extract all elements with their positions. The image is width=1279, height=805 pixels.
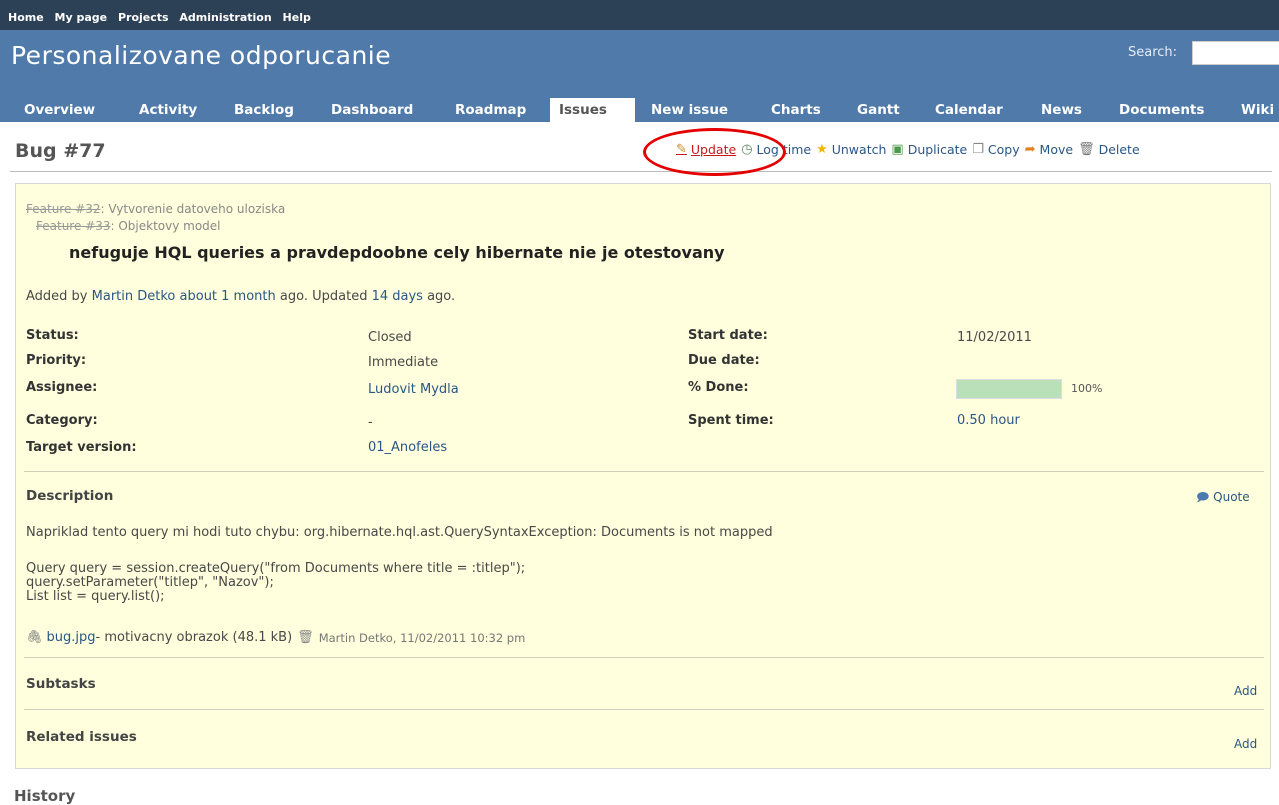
tab-charts[interactable]: Charts	[762, 98, 830, 122]
category-value: -	[368, 415, 373, 430]
header: Personalizovane odporucanie Search:	[0, 30, 1279, 96]
title-divider	[10, 171, 1272, 172]
subtasks-divider	[24, 657, 1264, 658]
copy-label: Copy	[987, 141, 1020, 157]
duplicate-icon: ▣	[891, 141, 904, 157]
description-divider	[24, 471, 1264, 472]
author-line: Added by Martin Detko about 1 month ago.…	[26, 289, 455, 304]
issue-subject: nefuguje HQL queries a pravdepdoobne cel…	[69, 243, 725, 262]
tab-backlog[interactable]: Backlog	[225, 98, 303, 122]
paperclip-icon: 🖇	[26, 630, 43, 645]
parent-issue-link-1[interactable]: Feature #32	[26, 202, 100, 216]
tab-calendar[interactable]: Calendar	[926, 98, 1012, 122]
quote-link[interactable]: 🗩 Quote	[1196, 488, 1250, 509]
project-title: Personalizovane odporucanie	[11, 41, 392, 70]
author-link[interactable]: Martin Detko	[92, 289, 176, 304]
tab-overview[interactable]: Overview	[15, 98, 104, 122]
attachment-meta: Martin Detko, 11/02/2011 10:32 pm	[318, 630, 526, 645]
top-menu-administration[interactable]: Administration	[179, 11, 271, 24]
done-percent-text: 100%	[1071, 382, 1103, 395]
speech-bubble-icon: 🗩	[1196, 490, 1210, 504]
tab-issues[interactable]: Issues	[550, 98, 635, 122]
spent-time-label: Spent time:	[688, 413, 774, 428]
status-value: Closed	[368, 330, 412, 345]
parent-issue-1: Feature #32: Vytvorenie datoveho ulozisk…	[26, 202, 285, 216]
top-menu-my-page[interactable]: My page	[55, 11, 108, 24]
related-divider	[24, 709, 1264, 710]
attachment-delete-icon[interactable]: 🗑	[297, 630, 314, 645]
quote-label: Quote	[1213, 490, 1250, 504]
main-menu: Overview Activity Backlog Dashboard Road…	[0, 96, 1279, 122]
added-by-text: Added by	[26, 289, 88, 304]
done-progress-fill	[957, 380, 1061, 398]
add-subtask-link[interactable]: Add	[1234, 684, 1257, 698]
top-menu-projects[interactable]: Projects	[118, 11, 169, 24]
duplicate-link[interactable]: ▣ Duplicate	[891, 142, 967, 157]
assignee-link[interactable]: Ludovit Mydla	[368, 382, 459, 397]
search-input[interactable]	[1192, 41, 1279, 65]
parent-issue-link-2[interactable]: Feature #33	[36, 219, 110, 233]
tab-news[interactable]: News	[1032, 98, 1091, 122]
delete-link[interactable]: 🗑 Delete	[1078, 142, 1140, 157]
description-title: Description	[26, 488, 114, 504]
unwatch-link[interactable]: ★ Unwatch	[816, 142, 886, 157]
start-date-value: 11/02/2011	[957, 330, 1032, 345]
top-menu: Home My page Projects Administration Hel…	[0, 0, 1279, 30]
issue-box: Feature #32: Vytvorenie datoveho ulozisk…	[15, 183, 1271, 769]
attachment-row: 🖇 bug.jpg - motivacny obrazok (48.1 kB) …	[26, 630, 525, 645]
description-code: Query query = session.createQuery("from …	[26, 561, 526, 604]
done-label: % Done:	[688, 380, 749, 395]
top-menu-home[interactable]: Home	[8, 11, 44, 24]
category-label: Category:	[26, 413, 98, 428]
tab-documents[interactable]: Documents	[1110, 98, 1213, 122]
delete-label: Delete	[1098, 141, 1140, 157]
tab-new-issue[interactable]: New issue	[642, 98, 737, 122]
issue-title: Bug #77	[15, 140, 106, 162]
top-menu-help[interactable]: Help	[283, 11, 311, 24]
priority-label: Priority:	[26, 353, 87, 368]
target-version-label: Target version:	[26, 440, 137, 455]
tab-roadmap[interactable]: Roadmap	[446, 98, 535, 122]
tab-wiki[interactable]: Wiki	[1232, 98, 1279, 122]
subtasks-title: Subtasks	[26, 676, 96, 692]
search-label: Search:	[1128, 45, 1178, 60]
related-issues-title: Related issues	[26, 729, 137, 745]
spent-time-link[interactable]: 0.50 hour	[957, 413, 1020, 428]
description-text: Napriklad tento query mi hodi tuto chybu…	[26, 525, 773, 540]
parent-issue-text-1: : Vytvorenie datoveho uloziska	[100, 202, 286, 216]
history-title: History	[14, 787, 76, 805]
added-ago-link[interactable]: about 1 month	[180, 289, 276, 304]
tab-gantt[interactable]: Gantt	[848, 98, 909, 122]
highlight-ellipse	[643, 128, 786, 176]
star-icon: ★	[816, 141, 828, 157]
priority-value: Immediate	[368, 355, 439, 370]
ago-text: ago.	[427, 289, 456, 304]
attachment-link[interactable]: bug.jpg	[47, 630, 96, 645]
trash-icon: 🗑	[1078, 141, 1095, 157]
duplicate-label: Duplicate	[907, 141, 968, 157]
copy-link[interactable]: ❐ Copy	[972, 142, 1019, 157]
add-related-link[interactable]: Add	[1234, 737, 1257, 751]
tab-activity[interactable]: Activity	[130, 98, 206, 122]
copy-icon: ❐	[972, 141, 984, 157]
done-progress-bar	[956, 379, 1062, 399]
move-arrow-icon: ➦	[1024, 141, 1036, 157]
assignee-label: Assignee:	[26, 380, 98, 395]
status-label: Status:	[26, 328, 79, 343]
parent-issue-text-2: : Objektovy model	[110, 219, 221, 233]
attachment-desc: - motivacny obrazok (48.1 kB)	[95, 630, 293, 645]
due-date-label: Due date:	[688, 353, 760, 368]
ago-updated-text: ago. Updated	[279, 289, 368, 304]
tab-dashboard[interactable]: Dashboard	[322, 98, 422, 122]
target-version-link[interactable]: 01_Anofeles	[368, 440, 447, 455]
unwatch-label: Unwatch	[831, 141, 887, 157]
move-link[interactable]: ➦ Move	[1025, 142, 1073, 157]
updated-ago-link[interactable]: 14 days	[372, 289, 423, 304]
parent-issue-2: Feature #33: Objektovy model	[36, 219, 221, 233]
move-label: Move	[1039, 141, 1074, 157]
start-date-label: Start date:	[688, 328, 768, 343]
